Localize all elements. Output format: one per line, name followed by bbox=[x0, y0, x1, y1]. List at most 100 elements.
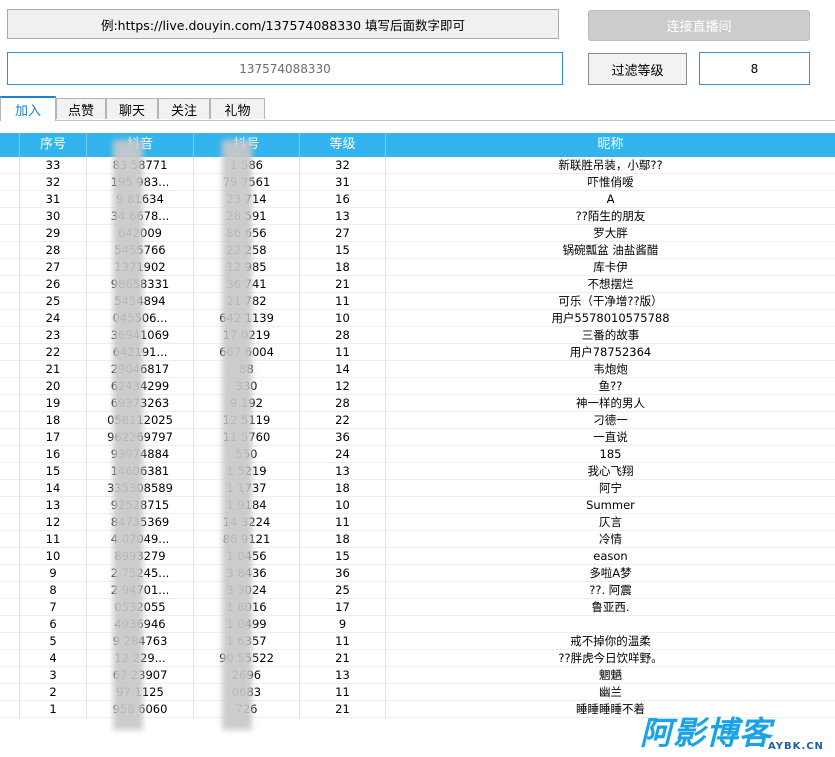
tab-follow[interactable]: 关注 bbox=[158, 98, 210, 119]
col-index-header[interactable]: 序号 bbox=[20, 133, 87, 157]
row-level: 14 bbox=[300, 361, 386, 378]
row-nickname: 韦炮炮 bbox=[593, 362, 628, 376]
row-index: 20 bbox=[20, 378, 87, 395]
row-index: 3 bbox=[20, 667, 87, 684]
row-nickname bbox=[386, 616, 835, 633]
row-spacer bbox=[0, 276, 20, 293]
row-level: 32 bbox=[300, 157, 386, 174]
row-nickname: 鲁亚西. bbox=[591, 600, 630, 614]
row-spacer bbox=[0, 650, 20, 667]
row-level: 21 bbox=[300, 650, 386, 667]
row-nickname: 我心飞翔 bbox=[587, 464, 634, 478]
row-spacer bbox=[0, 514, 20, 531]
url-hint-label: 例:https://live.douyin.com/137574088330 填… bbox=[7, 9, 559, 39]
row-level: 13 bbox=[300, 667, 386, 684]
row-nickname: 冷情 bbox=[599, 532, 622, 546]
row-level: 25 bbox=[300, 582, 386, 599]
row-nickname: 刁德一 bbox=[593, 413, 628, 427]
row-index: 10 bbox=[20, 548, 87, 565]
row-level: 11 bbox=[300, 514, 386, 531]
row-spacer bbox=[0, 259, 20, 276]
row-level: 11 bbox=[300, 344, 386, 361]
row-index: 23 bbox=[20, 327, 87, 344]
col-level-header[interactable]: 等级 bbox=[300, 133, 386, 157]
col-nickname-header[interactable]: 昵称 bbox=[386, 133, 835, 157]
watermark-domain: AYBK.CN bbox=[768, 741, 824, 752]
row-level: 15 bbox=[300, 242, 386, 259]
row-spacer bbox=[0, 565, 20, 582]
row-spacer bbox=[0, 191, 20, 208]
row-index: 30 bbox=[20, 208, 87, 225]
row-index: 9 bbox=[20, 565, 87, 582]
row-spacer bbox=[0, 548, 20, 565]
tab-gift[interactable]: 礼物 bbox=[210, 98, 265, 119]
room-id-input[interactable] bbox=[7, 52, 563, 85]
row-nickname: 锅碗瓢盆 油盐酱醋 bbox=[562, 243, 659, 257]
row-level: 28 bbox=[300, 327, 386, 344]
row-spacer bbox=[0, 684, 20, 701]
row-level: 13 bbox=[300, 463, 386, 480]
row-level: 18 bbox=[300, 531, 386, 548]
privacy-blur-douyin bbox=[113, 140, 143, 730]
row-nickname: 神一样的男人 bbox=[576, 396, 645, 410]
row-spacer bbox=[0, 616, 20, 633]
row-index: 25 bbox=[20, 293, 87, 310]
row-index: 21 bbox=[20, 361, 87, 378]
row-level: 13 bbox=[300, 208, 386, 225]
row-nickname: Summer bbox=[586, 498, 635, 512]
row-index: 14 bbox=[20, 480, 87, 497]
tab-join[interactable]: 加入 bbox=[0, 96, 56, 121]
row-spacer bbox=[0, 582, 20, 599]
row-spacer bbox=[0, 480, 20, 497]
connect-live-button[interactable]: 连接直播间 bbox=[588, 10, 810, 41]
row-index: 26 bbox=[20, 276, 87, 293]
row-index: 16 bbox=[20, 446, 87, 463]
row-spacer bbox=[0, 497, 20, 514]
row-index: 5 bbox=[20, 633, 87, 650]
row-spacer bbox=[0, 429, 20, 446]
row-index: 19 bbox=[20, 395, 87, 412]
row-spacer bbox=[0, 599, 20, 616]
row-level: 27 bbox=[300, 225, 386, 242]
row-level: 24 bbox=[300, 446, 386, 463]
row-level: 21 bbox=[300, 701, 386, 718]
row-spacer bbox=[0, 293, 20, 310]
row-level: 18 bbox=[300, 259, 386, 276]
row-nickname: 用户5578010575788 bbox=[551, 311, 670, 325]
row-index: 7 bbox=[20, 599, 87, 616]
row-level: 36 bbox=[300, 429, 386, 446]
filter-level-button[interactable]: 过滤等级 bbox=[588, 53, 687, 85]
row-nickname: 幽兰 bbox=[599, 685, 622, 699]
row-nickname: 鱼?? bbox=[598, 379, 623, 393]
row-index: 15 bbox=[20, 463, 87, 480]
row-index: 29 bbox=[20, 225, 87, 242]
row-spacer bbox=[0, 310, 20, 327]
row-nickname: 用户78752364 bbox=[569, 345, 652, 359]
row-index: 17 bbox=[20, 429, 87, 446]
row-level: 9 bbox=[300, 616, 386, 633]
row-spacer bbox=[0, 412, 20, 429]
row-level: 15 bbox=[300, 548, 386, 565]
row-spacer bbox=[0, 361, 20, 378]
row-nickname: ??. 阿震 bbox=[589, 583, 632, 597]
row-level: 11 bbox=[300, 633, 386, 650]
row-nickname: 魍魉 bbox=[599, 668, 622, 682]
tab-chat[interactable]: 聊天 bbox=[106, 98, 158, 119]
row-level: 10 bbox=[300, 310, 386, 327]
row-index: 4 bbox=[20, 650, 87, 667]
filter-level-input[interactable] bbox=[699, 52, 810, 85]
row-level: 16 bbox=[300, 191, 386, 208]
row-index: 2 bbox=[20, 684, 87, 701]
row-nickname: ??胖虎今日饮咩野。 bbox=[558, 651, 663, 665]
row-level: 11 bbox=[300, 293, 386, 310]
row-index: 13 bbox=[20, 497, 87, 514]
row-index: 31 bbox=[20, 191, 87, 208]
row-index: 28 bbox=[20, 242, 87, 259]
row-nickname: 戒不掉你的温柔 bbox=[570, 634, 651, 648]
row-spacer bbox=[0, 242, 20, 259]
row-level: 18 bbox=[300, 480, 386, 497]
row-level: 12 bbox=[300, 378, 386, 395]
row-spacer bbox=[0, 446, 20, 463]
event-tabs: 加入 点赞 聊天 关注 礼物 bbox=[0, 96, 835, 121]
tab-like[interactable]: 点赞 bbox=[56, 98, 106, 119]
